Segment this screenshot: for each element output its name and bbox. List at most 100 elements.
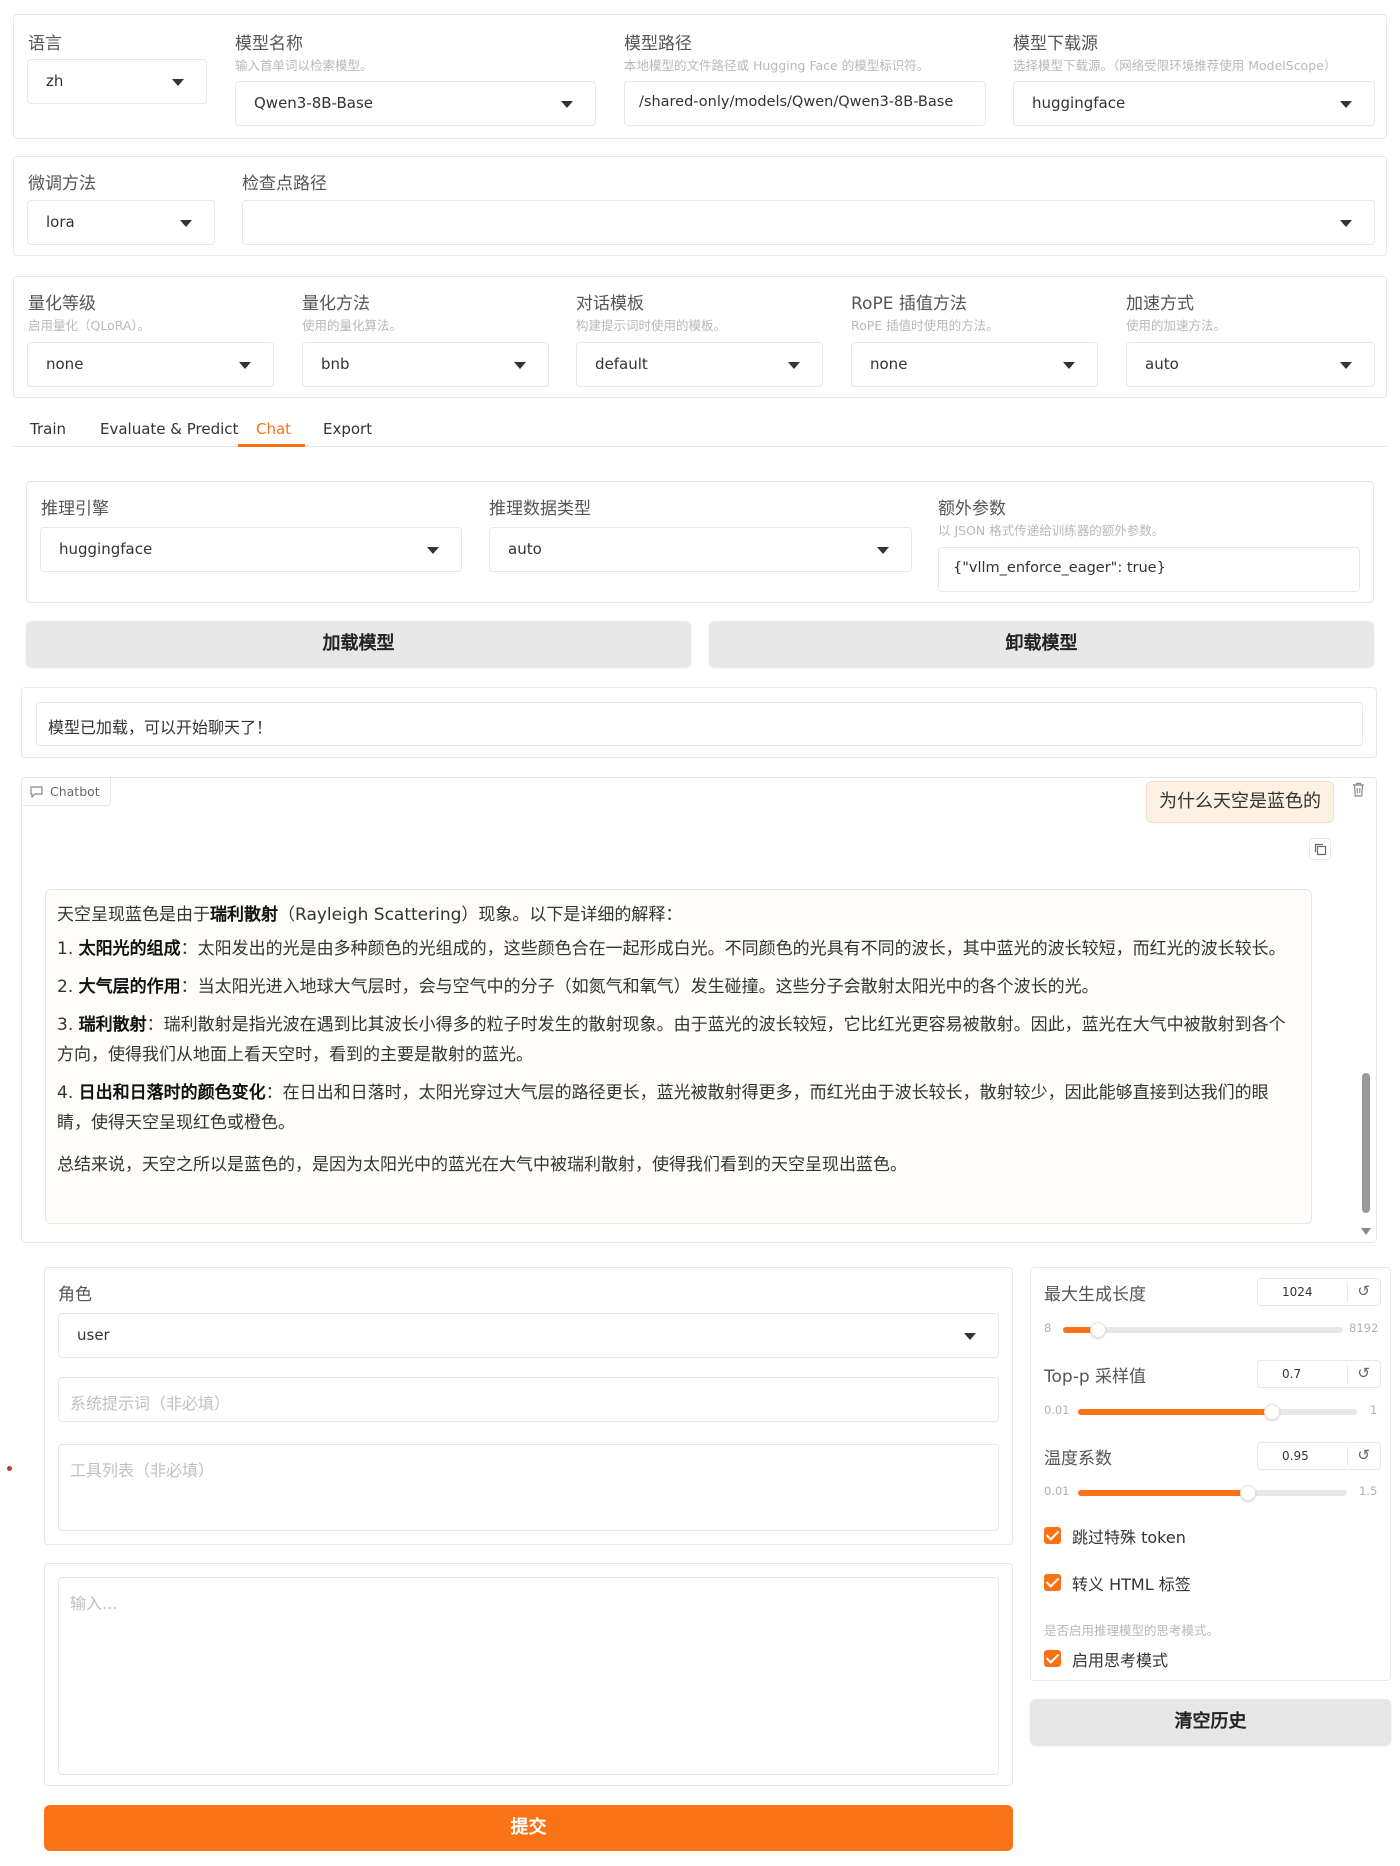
tab-chat[interactable]: Chat <box>256 420 291 438</box>
infer-backend-select[interactable]: huggingface <box>40 527 462 572</box>
extra-args-input[interactable]: {"vllm_enforce_eager": true} <box>938 547 1360 592</box>
template-select[interactable]: default <box>576 342 823 387</box>
model-source-select[interactable]: huggingface <box>1013 81 1375 126</box>
copy-icon <box>1314 843 1327 856</box>
tab-export[interactable]: Export <box>323 420 372 438</box>
quant-level-value: none <box>46 355 84 373</box>
max-length-slider[interactable] <box>1063 1322 1343 1338</box>
chevron-down-icon <box>180 220 192 227</box>
escape-html-checkbox[interactable] <box>1044 1574 1061 1591</box>
booster-label: 加速方式 <box>1126 294 1194 314</box>
chevron-down-icon <box>514 362 526 369</box>
reset-icon[interactable]: ↺ <box>1357 1364 1370 1382</box>
reset-icon[interactable]: ↺ <box>1357 1446 1370 1464</box>
temperature-input[interactable]: 0.95 ↺ <box>1257 1442 1381 1470</box>
role-select[interactable]: user <box>58 1313 999 1358</box>
clear-history-button[interactable]: 清空历史 <box>1030 1699 1391 1745</box>
user-message-bubble: 为什么天空是蓝色的 <box>1146 781 1334 823</box>
message-input[interactable]: 输入... <box>58 1577 999 1775</box>
think-mode-hint: 是否启用推理模型的思考模式。 <box>1044 1623 1220 1638</box>
booster-hint: 使用的加速方法。 <box>1126 318 1227 333</box>
max-length-value: 1024 <box>1282 1285 1313 1299</box>
booster-select[interactable]: auto <box>1126 342 1375 387</box>
model-name-hint: 输入首单词以检索模型。 <box>235 58 373 73</box>
submit-button[interactable]: 提交 <box>44 1805 1013 1851</box>
load-model-button[interactable]: 加载模型 <box>26 621 691 667</box>
user-message-text: 为什么天空是蓝色的 <box>1159 791 1321 812</box>
status-panel: 模型已加载，可以开始聊天了！ <box>21 687 1377 758</box>
tab-evaluate-predict[interactable]: Evaluate & Predict <box>100 420 238 438</box>
model-settings-panel: 语言 zh 模型名称 输入首单词以检索模型。 Qwen3-8B-Base 模型路… <box>13 14 1387 139</box>
system-prompt-placeholder: 系统提示词（非必填） <box>70 1394 231 1413</box>
checkpoint-label: 检查点路径 <box>242 174 327 194</box>
model-path-input[interactable]: /shared-only/models/Qwen/Qwen3-8B-Base <box>624 81 986 126</box>
tools-input[interactable]: 工具列表（非必填） <box>58 1444 999 1531</box>
think-mode-checkbox[interactable] <box>1044 1650 1061 1667</box>
extra-args-label: 额外参数 <box>938 499 1006 519</box>
chat-bubble-icon <box>30 785 43 798</box>
message-panel: 输入... <box>44 1563 1013 1786</box>
think-mode-label: 启用思考模式 <box>1072 1651 1169 1670</box>
model-path-label: 模型路径 <box>624 34 692 54</box>
rope-select[interactable]: none <box>851 342 1098 387</box>
chat-scrollbar[interactable] <box>1362 1073 1370 1213</box>
chatbot-label-badge: Chatbot <box>22 778 111 806</box>
chevron-down-icon <box>1063 362 1075 369</box>
trash-icon[interactable] <box>1352 782 1365 797</box>
infer-backend-value: huggingface <box>59 540 153 558</box>
chevron-down-icon <box>561 101 573 108</box>
slider-knob[interactable] <box>1264 1404 1281 1420</box>
copy-button[interactable] <box>1309 838 1331 860</box>
bot-intro-pre: 天空呈现蓝色是由于 <box>57 905 210 925</box>
skip-special-checkbox[interactable] <box>1044 1527 1061 1544</box>
finetune-method-select[interactable]: lora <box>27 200 215 245</box>
tools-placeholder: 工具列表（非必填） <box>70 1461 215 1480</box>
extra-args-value: {"vllm_enforce_eager": true} <box>953 560 1166 576</box>
list-number: 3. <box>57 1015 79 1035</box>
language-select[interactable]: zh <box>27 59 207 104</box>
quant-method-select[interactable]: bnb <box>302 342 549 387</box>
status-box: 模型已加载，可以开始聊天了！ <box>36 702 1363 746</box>
system-prompt-input[interactable]: 系统提示词（非必填） <box>58 1377 999 1422</box>
chevron-down-icon <box>964 1333 976 1340</box>
chevron-down-icon <box>877 547 889 554</box>
list-item-text: ：瑞利散射是指光波在遇到比其波长小得多的粒子时发生的散射现象。由于蓝光的波长较短… <box>57 1015 1286 1065</box>
divider <box>1347 1365 1348 1384</box>
model-source-label: 模型下载源 <box>1013 34 1098 54</box>
temperature-min: 0.01 <box>1044 1484 1070 1498</box>
tab-train[interactable]: Train <box>30 420 66 438</box>
infer-dtype-select[interactable]: auto <box>489 527 912 572</box>
rope-value: none <box>870 355 908 373</box>
chevron-down-icon <box>1340 101 1352 108</box>
top-p-value: 0.7 <box>1282 1367 1302 1381</box>
template-label: 对话模板 <box>576 294 644 314</box>
temperature-slider[interactable] <box>1078 1485 1347 1501</box>
top-p-min: 0.01 <box>1044 1403 1070 1417</box>
quant-level-select[interactable]: none <box>27 342 274 387</box>
top-p-slider[interactable] <box>1078 1404 1357 1420</box>
unload-model-button[interactable]: 卸载模型 <box>709 621 1374 667</box>
language-value: zh <box>46 72 64 90</box>
model-name-select[interactable]: Qwen3-8B-Base <box>235 81 596 126</box>
bot-list-item: 2. 大气层的作用：当太阳光进入地球大气层时，会与空气中的分子（如氮气和氧气）发… <box>57 972 1299 1002</box>
temperature-max: 1.5 <box>1359 1484 1378 1498</box>
quantization-panel: 量化等级 启用量化（QLoRA）。 none 量化方法 使用的量化算法。 bnb… <box>13 276 1387 398</box>
checkpoint-select[interactable] <box>242 200 1375 245</box>
slider-knob[interactable] <box>1239 1485 1256 1501</box>
list-number: 1. <box>57 939 79 959</box>
divider <box>1347 1447 1348 1466</box>
model-path-hint: 本地模型的文件路径或 Hugging Face 的模型标识符。 <box>624 58 930 73</box>
scroll-down-icon[interactable] <box>1361 1228 1371 1235</box>
slider-knob[interactable] <box>1089 1322 1106 1338</box>
reset-icon[interactable]: ↺ <box>1357 1282 1370 1300</box>
list-item-title: 瑞利散射 <box>78 1015 147 1035</box>
chatbot-label: Chatbot <box>50 784 100 799</box>
finetune-panel: 微调方法 lora 检查点路径 <box>13 156 1387 256</box>
list-number: 2. <box>57 977 79 997</box>
top-p-label: Top-p 采样值 <box>1044 1367 1147 1387</box>
booster-value: auto <box>1145 355 1179 373</box>
max-length-input[interactable]: 1024 ↺ <box>1257 1278 1381 1306</box>
model-source-hint: 选择模型下载源。（网络受限环境推荐使用 ModelScope） <box>1013 58 1337 73</box>
top-p-input[interactable]: 0.7 ↺ <box>1257 1360 1381 1388</box>
chevron-down-icon <box>1340 220 1352 227</box>
